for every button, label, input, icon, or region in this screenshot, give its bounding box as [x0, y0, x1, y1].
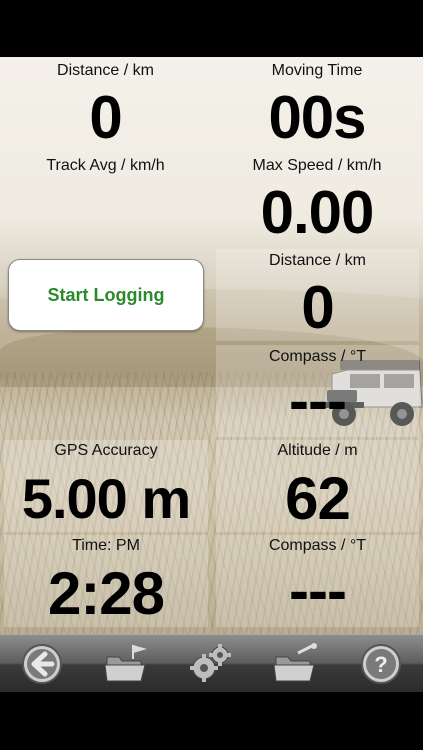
compass-2-value: --- [289, 557, 347, 624]
distance-label: Distance / km [57, 62, 154, 79]
distance-2-value: 0 [301, 274, 334, 341]
max-speed-label: Max Speed / km/h [252, 157, 382, 174]
tile-compass-2: Compass / °T --- [216, 535, 419, 627]
svg-text:?: ? [374, 652, 387, 677]
tile-distance-2: Distance / km 0 [216, 249, 419, 341]
tile-altitude: Altitude / m 62 [216, 440, 419, 532]
moving-time-value: 00s [268, 84, 366, 151]
folder-flag-icon [104, 645, 147, 682]
distance-value: 0 [89, 84, 122, 151]
altitude-label: Altitude / m [277, 442, 358, 459]
altitude-value: 62 [285, 465, 351, 532]
start-logging-button[interactable]: Start Logging [8, 259, 204, 331]
compass-2-label: Compass / °T [268, 537, 367, 554]
time-label: Time: PM [72, 537, 140, 554]
compass-1-label: Compass / °T [268, 348, 367, 365]
tile-moving-time: Moving Time 00s [211, 57, 423, 152]
status-bar [0, 0, 423, 57]
app-screen: Distance / km 0 Moving Time 00s Track Av… [0, 0, 423, 750]
bottom-area [0, 692, 423, 750]
distance-2-label: Distance / km [269, 252, 366, 269]
export-folder-button[interactable] [272, 640, 320, 688]
track-avg-label: Track Avg / km/h [46, 157, 165, 174]
tile-time: Time: PM 2:28 [4, 535, 208, 627]
time-value: 2:28 [47, 560, 165, 627]
toolbar: ? [0, 634, 423, 693]
back-arrow-icon [22, 644, 63, 684]
dashboard: Distance / km 0 Moving Time 00s Track Av… [0, 57, 423, 634]
help-icon: ? [360, 644, 401, 684]
tile-track-avg: Track Avg / km/h [0, 152, 211, 247]
tile-compass-1: Compass / °T --- [216, 345, 419, 437]
tile-distance: Distance / km 0 [0, 57, 211, 152]
folder-export-icon [273, 643, 318, 682]
back-button[interactable] [18, 640, 66, 688]
tile-gps-accuracy: GPS Accuracy 5.00 m [4, 440, 208, 532]
tile-max-speed: Max Speed / km/h 0.00 [211, 152, 423, 247]
help-button[interactable]: ? [357, 640, 405, 688]
gears-icon [190, 644, 232, 682]
moving-time-label: Moving Time [271, 62, 363, 79]
compass-1-value: --- [289, 367, 347, 434]
settings-button[interactable] [187, 640, 235, 688]
max-speed-value: 0.00 [260, 179, 375, 246]
gps-accuracy-label: GPS Accuracy [54, 442, 158, 459]
tracks-folder-button[interactable] [103, 640, 151, 688]
gps-accuracy-value: 5.00 m [21, 467, 191, 530]
